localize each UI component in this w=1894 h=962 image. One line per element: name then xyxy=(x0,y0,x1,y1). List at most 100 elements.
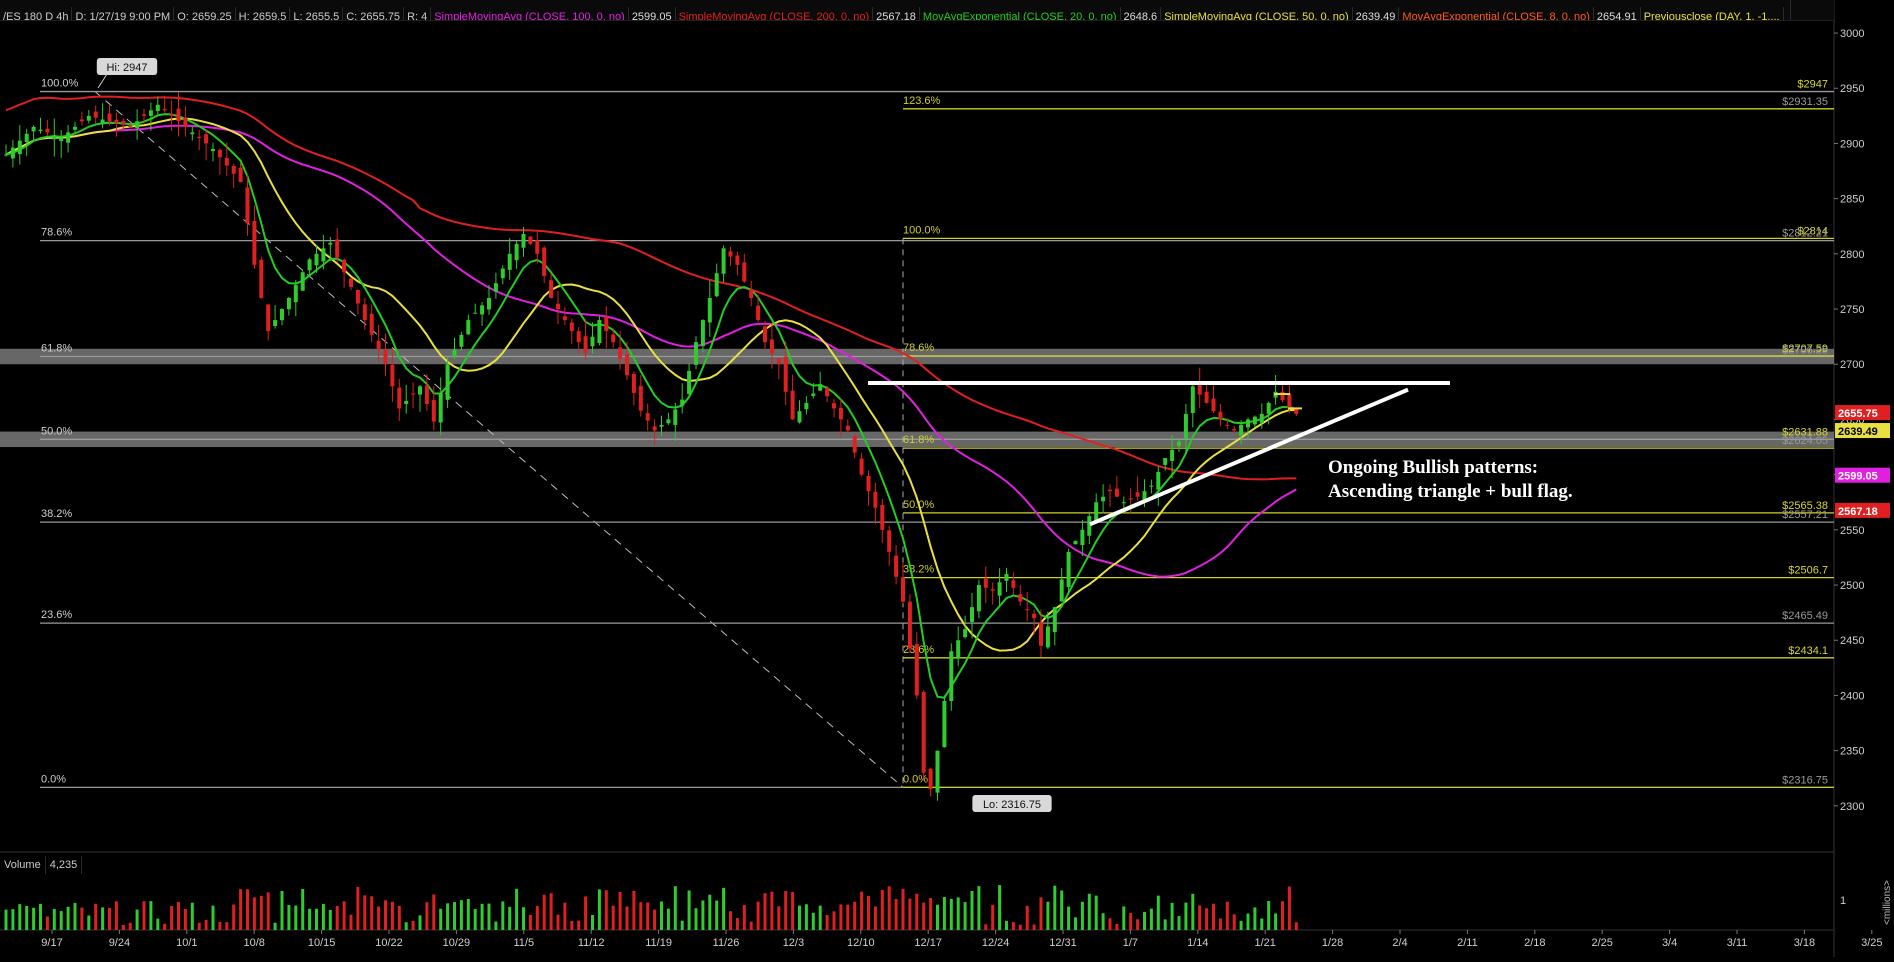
candle-body xyxy=(1183,413,1188,439)
volume-bar xyxy=(1274,913,1278,930)
volume-bar xyxy=(853,901,857,930)
candle-body xyxy=(452,349,457,357)
candle-body xyxy=(52,135,57,140)
symbol-label[interactable]: /ES 180 D 4h xyxy=(0,7,73,20)
candle-body xyxy=(259,259,264,298)
volume-bar xyxy=(542,894,546,930)
time-tick-label: 10/15 xyxy=(308,937,336,949)
time-tick-label: 10/8 xyxy=(243,937,264,949)
volume-bar xyxy=(701,900,705,930)
candle-body xyxy=(907,601,912,649)
volume-bar xyxy=(1239,920,1243,930)
volume-bar xyxy=(1101,913,1105,930)
candle-body xyxy=(266,304,271,332)
sma-200-line xyxy=(5,95,1297,481)
candle-body xyxy=(659,424,664,427)
chart-area[interactable]: 100.0% 78.6% 61.8% 50.0% 38.2% 23.6% 0.0% 123.6… xyxy=(0,0,1894,957)
candle-body xyxy=(625,354,629,376)
candle-body xyxy=(631,373,636,393)
volume-bar xyxy=(418,915,422,930)
price-tag-2: 2599.05 xyxy=(1835,467,1890,483)
volume-bar xyxy=(1005,920,1008,930)
candle-body xyxy=(252,221,257,265)
candle-body xyxy=(1294,408,1299,414)
indicator-label-0[interactable]: SimpleMovingAvg (CLOSE, 100, 0, no) xyxy=(431,7,629,20)
volume-bar xyxy=(625,906,629,930)
price-tick-label: 2900 xyxy=(1840,138,1864,150)
volume-bar xyxy=(1129,913,1133,930)
fib-right-label-3: 61.8% xyxy=(903,434,934,446)
candle-body xyxy=(1266,402,1271,414)
indicator-label-3[interactable]: SimpleMovingAvg (CLOSE, 50, 0, no) xyxy=(1161,7,1353,20)
volume-bar xyxy=(494,921,498,930)
volume-bar xyxy=(266,892,270,930)
candle-body xyxy=(707,298,712,323)
candle-body xyxy=(466,320,471,335)
candle-body xyxy=(1011,580,1016,588)
volume-axis-tick: 1 xyxy=(1840,895,1846,907)
volume-bar xyxy=(632,891,636,930)
time-tick-label: 2/18 xyxy=(1524,937,1545,949)
volume-bar xyxy=(59,911,63,930)
time-tick-label: 11/12 xyxy=(578,937,605,949)
volume-bar xyxy=(1232,914,1236,930)
volume-bar xyxy=(432,894,436,930)
time-tick-label: 11/26 xyxy=(713,937,740,949)
volume-bar xyxy=(666,908,670,930)
candle-body xyxy=(1156,471,1161,490)
indicator-label-5[interactable]: Previousclose (DAY, 1, -1,... xyxy=(1641,7,1784,20)
time-tick-label: 10/1 xyxy=(176,937,197,949)
candle-body xyxy=(355,289,360,304)
candle-body xyxy=(735,255,740,265)
candle-body xyxy=(590,336,595,347)
candle-body xyxy=(431,400,436,422)
candle-body xyxy=(1211,398,1216,412)
candle-body xyxy=(4,154,8,156)
candle-body xyxy=(838,407,843,420)
candle-body xyxy=(1163,458,1168,465)
candle-body xyxy=(273,320,278,327)
indicator-label-2[interactable]: MovAvgExponential (CLOSE, 20, 0, no) xyxy=(920,7,1121,20)
volume-bar xyxy=(1094,895,1098,930)
volume-bar xyxy=(922,902,926,930)
candle-body xyxy=(1135,492,1140,497)
price-tag-text: 2599.05 xyxy=(1838,471,1878,483)
volume-axis-unit: <millions> xyxy=(1882,880,1893,925)
volume-bar xyxy=(225,922,229,930)
candle-body xyxy=(1259,413,1264,423)
volume-bar xyxy=(1218,918,1222,930)
high-marker-text: Hi: 2947 xyxy=(107,62,148,74)
volume-bar xyxy=(11,909,15,930)
fib-left-label-5: 23.6% xyxy=(41,609,72,621)
volume-bar xyxy=(4,909,8,930)
candle-body xyxy=(721,248,726,274)
candle-body xyxy=(59,137,64,142)
candle-body xyxy=(17,140,22,155)
candle-body xyxy=(1045,626,1050,648)
volume-bar xyxy=(749,921,753,930)
volume-bar xyxy=(273,922,277,930)
volume-bar xyxy=(1191,893,1195,930)
indicator-label-4[interactable]: MovAvgExponential (CLOSE, 8, 0, no) xyxy=(1399,7,1594,20)
candle-body xyxy=(183,117,188,127)
candle-body xyxy=(349,278,353,287)
volume-bar xyxy=(887,886,891,930)
volume-bar xyxy=(473,909,477,930)
candle-body xyxy=(894,555,899,577)
indicator-label-1[interactable]: SimpleMovingAvg (CLOSE, 200, 0, no) xyxy=(676,7,874,20)
volume-bar xyxy=(246,889,249,930)
volume-bar xyxy=(411,920,415,930)
volume-bar xyxy=(963,902,967,930)
volume-bar xyxy=(390,901,394,930)
low-marker: Lo: 2316.75 xyxy=(972,795,1052,812)
candle-body xyxy=(852,435,857,453)
volume-label: Volume xyxy=(0,856,46,874)
candle-body xyxy=(197,136,202,138)
candle-body xyxy=(38,129,43,131)
candle-body xyxy=(921,691,926,773)
candle-body xyxy=(438,392,443,423)
volume-bar xyxy=(370,896,374,930)
bar-date: D: 1/27/19 9:00 PM xyxy=(72,7,175,20)
volume-bar xyxy=(1287,886,1291,930)
candle-body xyxy=(10,147,15,159)
